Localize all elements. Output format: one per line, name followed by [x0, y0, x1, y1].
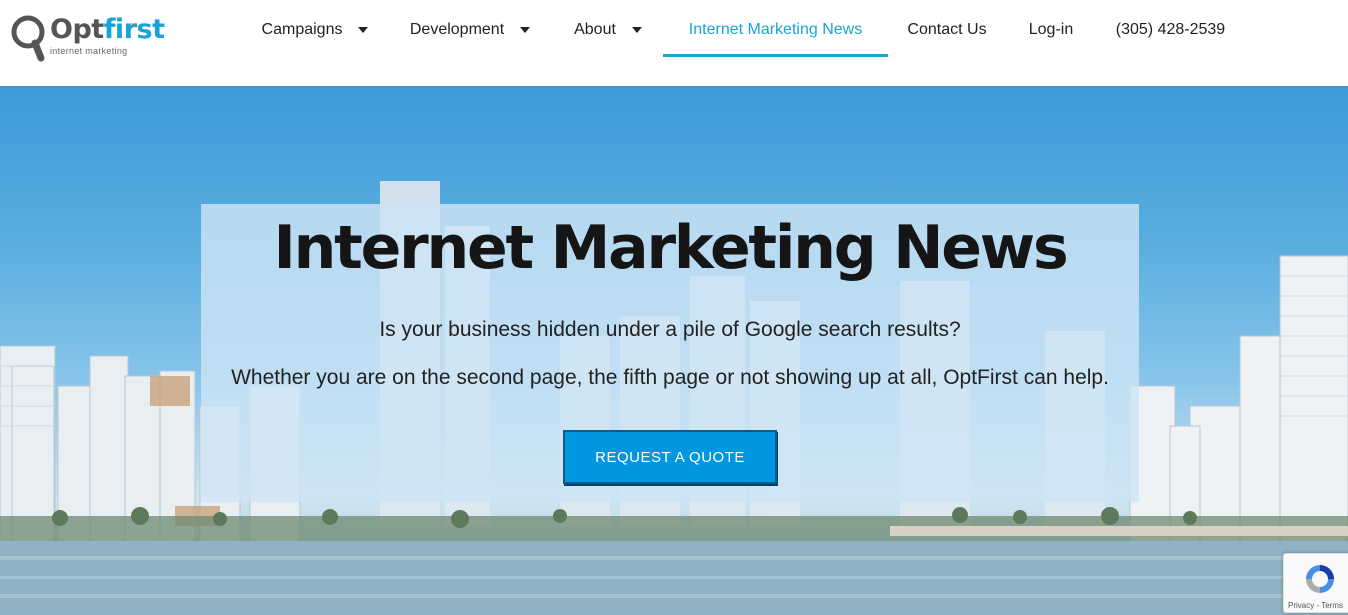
logo-wordmark: Optfirst: [50, 14, 165, 45]
hero-subtitle-statement: Whether you are on the second page, the …: [231, 366, 1109, 389]
recaptcha-links[interactable]: Privacy - Terms: [1288, 601, 1343, 610]
nav-phone-number-label: (305) 428-2539: [1115, 21, 1226, 38]
nav-development-label: Development: [409, 21, 505, 38]
hero-overlay-panel: Internet Marketing News Is your business…: [201, 204, 1139, 502]
recaptcha-badge[interactable]: Privacy - Terms: [1283, 553, 1348, 613]
nav-campaigns-label: Campaigns: [261, 21, 343, 38]
nav-campaigns[interactable]: Campaigns: [261, 0, 369, 60]
hero-title: Internet Marketing News: [273, 213, 1068, 283]
nav-internet-marketing-news[interactable]: Internet Marketing News: [663, 0, 888, 60]
nav-about-label: About: [574, 21, 616, 38]
nav-log-in[interactable]: Log-in: [1021, 0, 1081, 60]
logo-tagline: internet marketing: [50, 46, 128, 56]
nav-log-in-label: Log-in: [1028, 21, 1074, 38]
nav-development[interactable]: Development: [407, 0, 533, 60]
nav-contact-us[interactable]: Contact Us: [901, 0, 993, 60]
recaptcha-icon: [1306, 565, 1334, 593]
nav-about[interactable]: About: [572, 0, 644, 60]
logo-trademark: tm: [131, 23, 138, 29]
caret-down-icon: [520, 27, 531, 33]
nav-phone-number[interactable]: (305) 428-2539: [1108, 0, 1233, 60]
request-quote-button[interactable]: REQUEST A QUOTE: [563, 430, 777, 484]
hero-subtitle-question: Is your business hidden under a pile of …: [379, 318, 961, 341]
nav-internet-marketing-news-label: Internet Marketing News: [688, 21, 863, 38]
magnifier-icon: [11, 15, 45, 62]
hero-section: Internet Marketing News Is your business…: [0, 86, 1348, 615]
optfirst-logo[interactable]: Optfirst tm internet marketing: [8, 14, 165, 68]
caret-down-icon: [631, 27, 642, 33]
caret-down-icon: [358, 27, 369, 33]
site-header: Optfirst tm internet marketing Campaigns…: [0, 0, 1348, 86]
nav-contact-us-label: Contact Us: [907, 21, 987, 38]
